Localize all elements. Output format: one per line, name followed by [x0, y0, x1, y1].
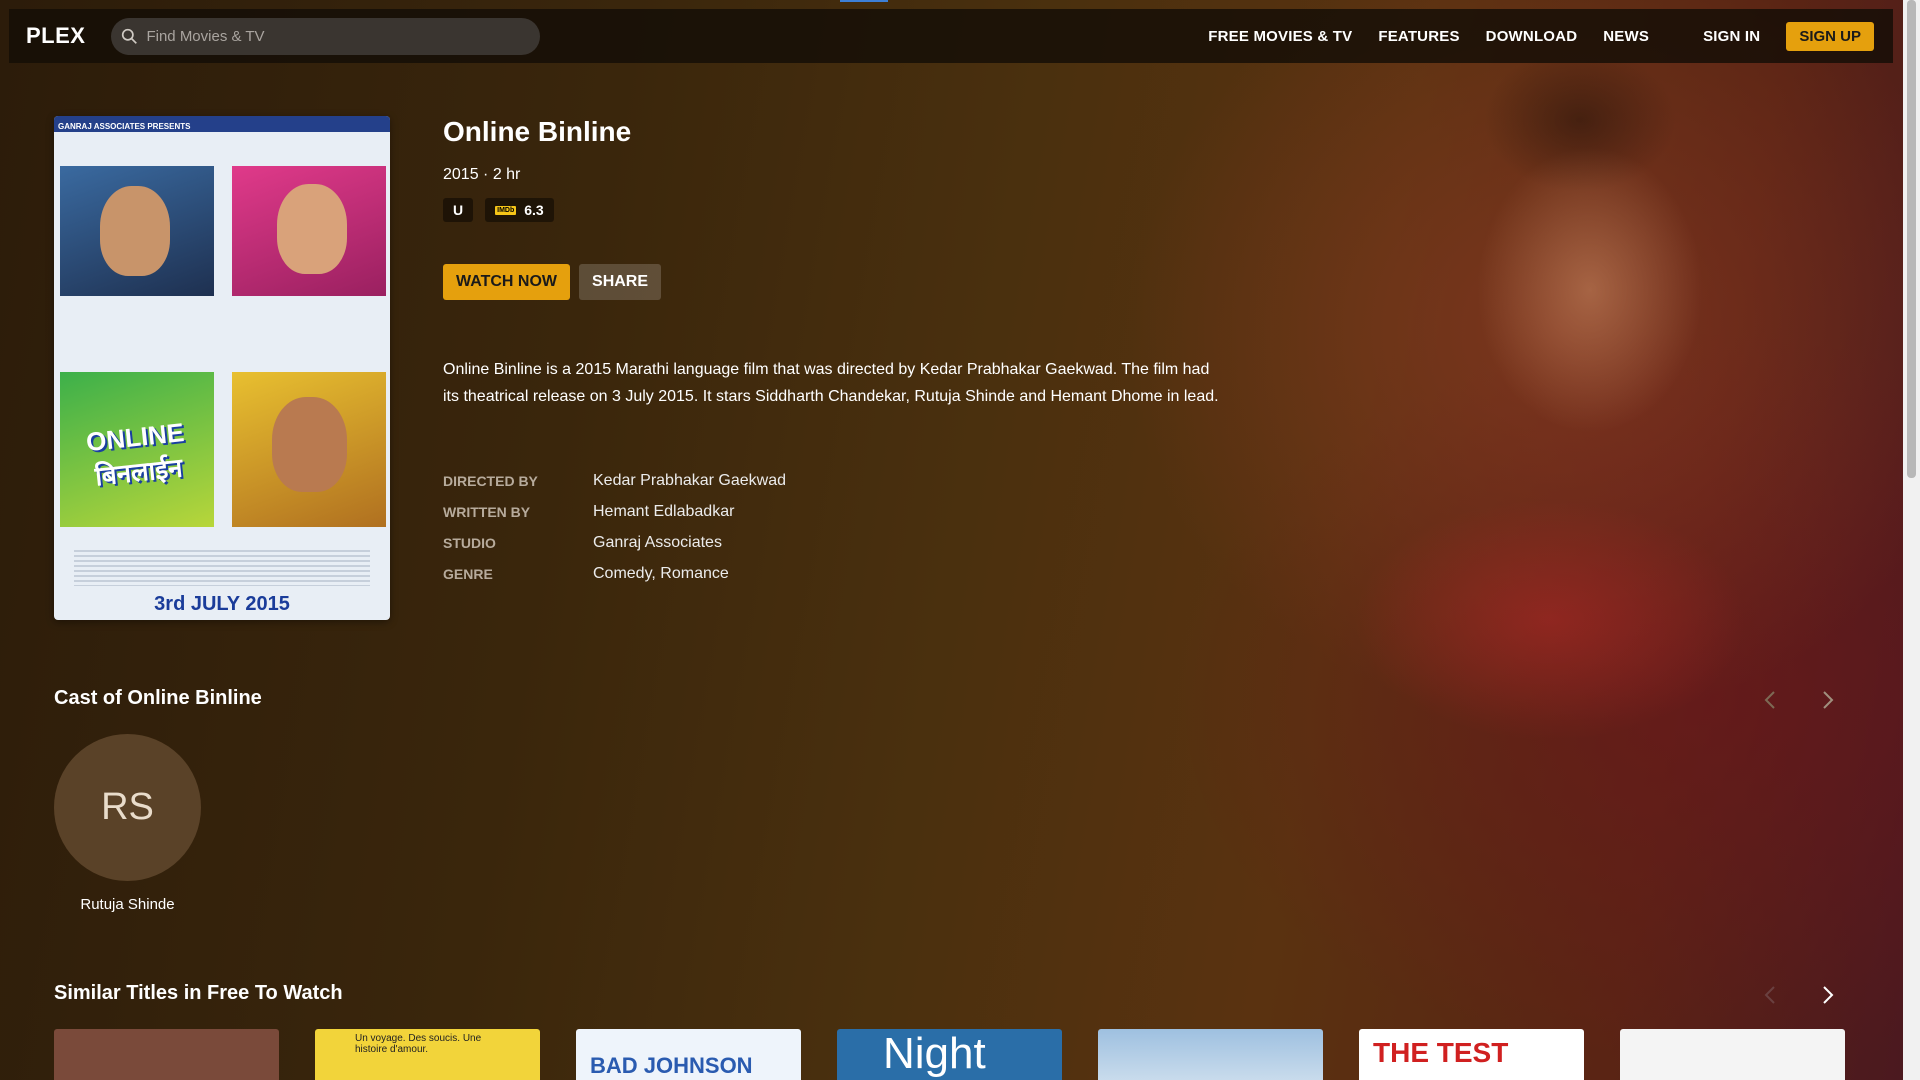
- poster-release-date: 3rd JULY 2015: [154, 593, 290, 615]
- sign-in-link[interactable]: SIGN IN: [1703, 28, 1760, 45]
- imdb-icon: IMDb: [495, 205, 517, 215]
- similar-carousel-arrows: [1724, 983, 1840, 1007]
- cast-avatar[interactable]: RS: [54, 734, 201, 881]
- content-rating-badge: U: [443, 198, 474, 222]
- scrollbar-thumb[interactable]: [1907, 0, 1916, 478]
- thumb-text: Night: [883, 1029, 986, 1078]
- poster-logo: ONLINE बिनलाईन: [67, 415, 207, 496]
- nav-news[interactable]: NEWS: [1603, 28, 1649, 45]
- credit-row-genre: GENRE Comedy, Romance: [443, 558, 1233, 589]
- share-button[interactable]: SHARE: [579, 264, 662, 300]
- similar-title-card[interactable]: Night: [837, 1029, 1062, 1080]
- cast-member-name[interactable]: Rutuja Shinde: [54, 896, 201, 913]
- chevron-left-icon[interactable]: [1758, 688, 1782, 712]
- poster-credits-block: [74, 550, 370, 586]
- similar-title-card[interactable]: Un voyage. Des soucis. Une histoire d'am…: [315, 1029, 540, 1080]
- poster-face: [277, 184, 347, 274]
- search-icon: [122, 28, 138, 44]
- credit-label: GENRE: [443, 565, 493, 582]
- poster-panel-4: [232, 372, 386, 527]
- movie-details: Online Binline 2015 · 2 hr U IMDb 6.3 WA…: [443, 116, 1233, 589]
- action-buttons: WATCH NOW SHARE: [443, 264, 1233, 300]
- nav-free-movies-tv[interactable]: FREE MOVIES & TV: [1208, 28, 1352, 45]
- credit-value[interactable]: Hemant Edlabadkar: [593, 503, 734, 521]
- chevron-left-icon[interactable]: [1758, 983, 1782, 1007]
- nav-download[interactable]: DOWNLOAD: [1486, 28, 1578, 45]
- credit-row-director: DIRECTED BY Kedar Prabhakar Gaekwad: [443, 465, 1233, 496]
- credit-value[interactable]: Kedar Prabhakar Gaekwad: [593, 472, 786, 490]
- poster-face: [100, 186, 170, 276]
- similar-section-title: Similar Titles in Free To Watch: [54, 982, 343, 1004]
- credit-label: DIRECTED BY: [443, 472, 538, 489]
- poster-panel-1: [60, 166, 214, 296]
- page-scrollbar[interactable]: [1903, 0, 1920, 1080]
- similar-title-card[interactable]: BAD JOHNSON: [576, 1029, 801, 1080]
- poster-panel-2: [232, 166, 386, 296]
- similar-title-card[interactable]: [1098, 1029, 1323, 1080]
- chevron-right-icon[interactable]: [1816, 983, 1840, 1007]
- thumb-text: Un voyage. Des soucis. Une histoire d'am…: [355, 1033, 482, 1055]
- similar-title-card[interactable]: [1620, 1029, 1845, 1080]
- similar-titles-row: Un voyage. Des soucis. Une histoire d'am…: [54, 1029, 1881, 1080]
- poster-panel-3: ONLINE बिनलाईन: [60, 372, 214, 527]
- thumb-text: THE TEST: [1373, 1037, 1509, 1068]
- badges: U IMDb 6.3: [443, 198, 1233, 222]
- chevron-right-icon[interactable]: [1816, 688, 1840, 712]
- watch-now-button[interactable]: WATCH NOW: [443, 264, 571, 300]
- poster-face: [272, 397, 347, 492]
- logo-text: PLEX: [26, 23, 86, 48]
- movie-meta: 2015 · 2 hr: [443, 166, 521, 183]
- search-box[interactable]: [111, 17, 541, 55]
- top-navigation: PLEX FREE MOVIES & TV FEATURES DOWNLOAD …: [9, 9, 1893, 63]
- nav-links: FREE MOVIES & TV FEATURES DOWNLOAD NEWS …: [1182, 9, 1893, 63]
- movie-title: Online Binline: [443, 116, 632, 147]
- cast-carousel-arrows: [1724, 688, 1840, 712]
- credit-value[interactable]: Comedy, Romance: [593, 565, 729, 583]
- nav-features[interactable]: FEATURES: [1378, 28, 1459, 45]
- credits-table: DIRECTED BY Kedar Prabhakar Gaekwad WRIT…: [443, 465, 1233, 589]
- similar-title-card[interactable]: THE TEST: [1359, 1029, 1584, 1080]
- credit-row-studio: STUDIO Ganraj Associates: [443, 527, 1233, 558]
- credit-row-writer: WRITTEN BY Hemant Edlabadkar: [443, 496, 1233, 527]
- sign-up-button[interactable]: SIGN UP: [1786, 21, 1874, 51]
- imdb-score: 6.3: [524, 202, 544, 218]
- thumb-text: BAD JOHNSON: [590, 1053, 753, 1078]
- poster-presents-text: GANRAJ ASSOCIATES PRESENTS: [58, 122, 191, 131]
- plex-logo[interactable]: PLEX: [26, 23, 85, 49]
- cast-section-title: Cast of Online Binline: [54, 687, 262, 709]
- page-loading-indicator: [840, 0, 888, 2]
- imdb-rating-badge: IMDb 6.3: [485, 198, 554, 222]
- credit-label: STUDIO: [443, 534, 496, 551]
- movie-poster: GANRAJ ASSOCIATES PRESENTS ONLINE बिनलाई…: [54, 116, 390, 620]
- search-input[interactable]: [146, 27, 507, 45]
- similar-title-card[interactable]: [54, 1029, 279, 1080]
- movie-description: Online Binline is a 2015 Marathi languag…: [443, 361, 1219, 405]
- credit-label: WRITTEN BY: [443, 503, 531, 520]
- poster-top-strip: GANRAJ ASSOCIATES PRESENTS: [54, 116, 390, 132]
- credit-value[interactable]: Ganraj Associates: [593, 534, 722, 552]
